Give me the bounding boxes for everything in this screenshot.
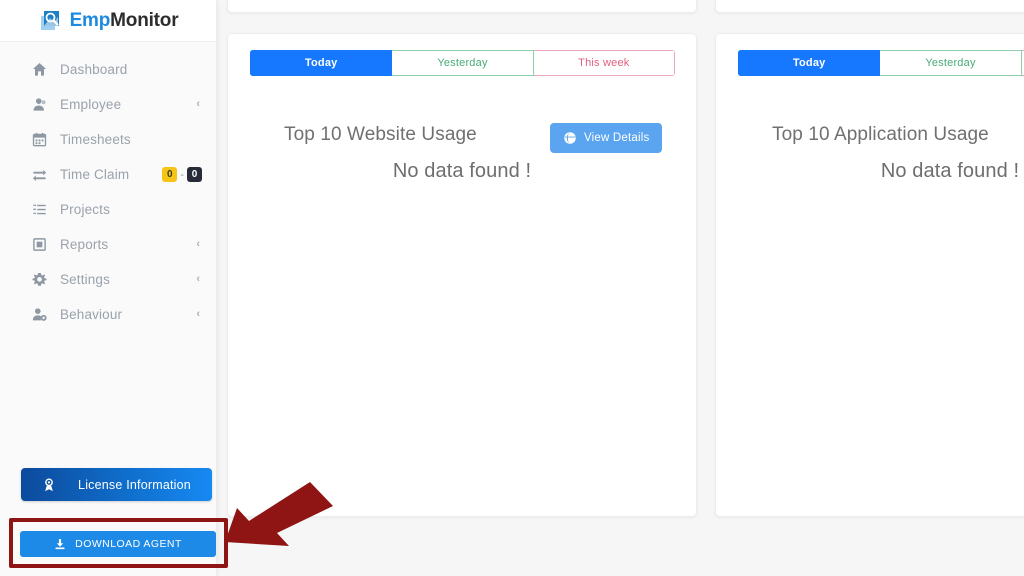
user-cog-icon <box>30 306 48 324</box>
sidebar-item-timesheets[interactable]: Timesheets <box>0 122 216 157</box>
report-icon <box>30 236 48 254</box>
card-title: Top 10 Application Usage <box>772 124 989 145</box>
globe-icon <box>563 131 577 145</box>
card-above-right <box>715 0 1024 13</box>
tab-yesterday[interactable]: Yesterday <box>880 50 1022 76</box>
download-agent-button[interactable]: DOWNLOAD AGENT <box>20 531 216 557</box>
home-icon <box>30 61 48 79</box>
card-above-left <box>227 0 697 13</box>
main-content: Today Yesterday This week Top 10 Website… <box>217 0 1024 576</box>
brand-title: EmpMonitor <box>70 10 179 32</box>
chevron-left-icon: ‹ <box>196 238 200 250</box>
sidebar-item-employee[interactable]: Employee ‹ <box>0 87 216 122</box>
sidebar: EmpMonitor Dashboard Employee ‹ Timeshee… <box>0 0 217 576</box>
license-information-button[interactable]: License Information <box>21 468 212 501</box>
exchange-icon <box>30 166 48 184</box>
list-icon <box>30 201 48 219</box>
sidebar-item-label: Timesheets <box>60 132 131 147</box>
magnifier-document-icon <box>38 8 64 34</box>
tab-this-week[interactable]: This week <box>533 50 675 76</box>
sidebar-item-label: Time Claim <box>60 167 130 182</box>
sidebar-item-label: Settings <box>60 272 110 287</box>
brand-primary: Emp <box>69 9 111 31</box>
badge-pending: 0 <box>162 167 178 182</box>
download-icon <box>54 538 66 550</box>
sidebar-item-reports[interactable]: Reports ‹ <box>0 227 216 262</box>
empty-state-message: No data found ! <box>880 160 1020 182</box>
download-agent-area: DOWNLOAD AGENT <box>9 519 227 568</box>
sidebar-item-behaviour[interactable]: Behaviour ‹ <box>0 297 216 332</box>
app-screen: EmpMonitor Dashboard Employee ‹ Timeshee… <box>0 0 1024 576</box>
brand-secondary: Monitor <box>110 9 179 31</box>
card-title: Top 10 Website Usage <box>284 124 477 145</box>
download-agent-label: DOWNLOAD AGENT <box>75 538 182 550</box>
tab-today[interactable]: Today <box>738 50 881 76</box>
sidebar-item-settings[interactable]: Settings ‹ <box>0 262 216 297</box>
sidebar-item-dashboard[interactable]: Dashboard <box>0 52 216 87</box>
gear-icon <box>30 271 48 289</box>
sidebar-item-time-claim[interactable]: Time Claim 0 - 0 <box>0 157 216 192</box>
sidebar-item-label: Behaviour <box>60 307 123 322</box>
calendar-icon <box>30 131 48 149</box>
chevron-left-icon: ‹ <box>196 98 200 110</box>
license-information-label: License Information <box>78 477 191 492</box>
view-details-button[interactable]: View Details <box>550 123 663 153</box>
application-usage-tabs: Today Yesterday This week <box>738 50 1024 76</box>
award-medal-icon <box>42 478 56 492</box>
sidebar-item-label: Reports <box>60 237 109 252</box>
application-usage-card: Today Yesterday This week Top 10 Applica… <box>715 33 1024 517</box>
sidebar-item-projects[interactable]: Projects <box>0 192 216 227</box>
badge-separator: - <box>180 168 184 181</box>
user-icon <box>30 96 48 114</box>
tab-today[interactable]: Today <box>250 50 393 76</box>
chevron-left-icon: ‹ <box>196 308 200 320</box>
website-usage-tabs: Today Yesterday This week <box>250 50 675 76</box>
empty-state-message: No data found ! <box>392 160 532 182</box>
sidebar-item-label: Projects <box>60 202 110 217</box>
badge-total: 0 <box>187 167 202 182</box>
sidebar-item-label: Employee <box>60 97 122 112</box>
chevron-left-icon: ‹ <box>196 273 200 285</box>
time-claim-badges: 0 - 0 <box>162 167 202 182</box>
sidebar-item-label: Dashboard <box>60 62 128 77</box>
view-details-label: View Details <box>584 132 650 144</box>
sidebar-nav: Dashboard Employee ‹ Timesheets Time Cla… <box>0 42 216 332</box>
brand-header[interactable]: EmpMonitor <box>0 0 216 42</box>
tab-yesterday[interactable]: Yesterday <box>392 50 534 76</box>
website-usage-card: Today Yesterday This week Top 10 Website… <box>227 33 697 517</box>
